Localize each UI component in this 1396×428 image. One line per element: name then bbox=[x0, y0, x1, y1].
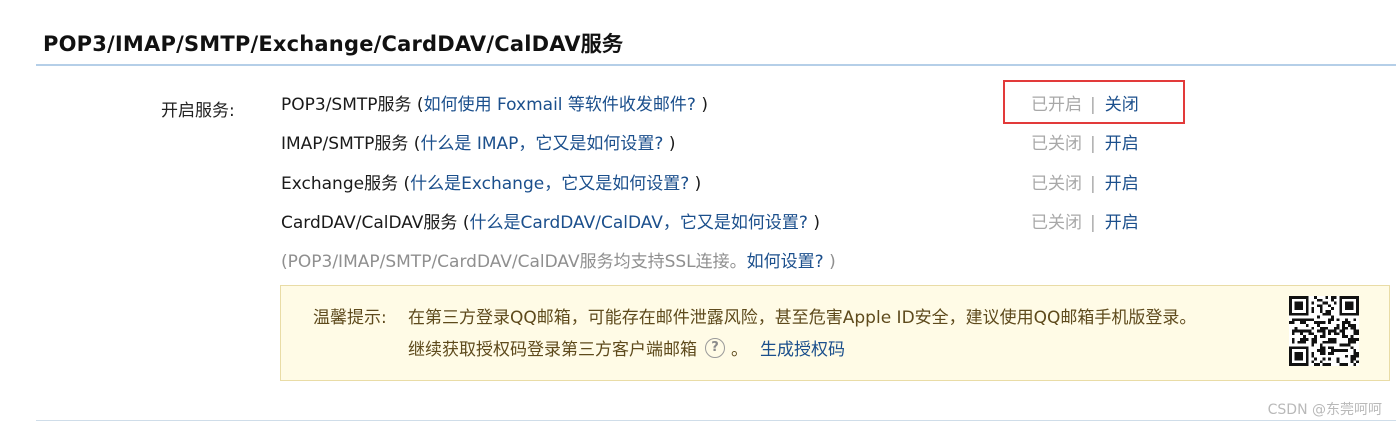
tip-box: 温馨提示: 在第三方登录QQ邮箱，可能存在邮件泄露风险，甚至危害Apple ID… bbox=[280, 285, 1390, 381]
paren-open: ( bbox=[398, 174, 411, 194]
tip-label: 温馨提示: bbox=[313, 308, 387, 328]
paren-close: ) bbox=[807, 213, 820, 233]
paren-close: ) bbox=[823, 252, 836, 272]
tip-warning-text: 在第三方登录QQ邮箱，可能存在邮件泄露风险，甚至危害Apple ID安全，建议使… bbox=[408, 308, 1197, 328]
separator: | bbox=[1090, 213, 1096, 233]
generate-auth-code-link[interactable]: 生成授权码 bbox=[760, 335, 845, 360]
help-icon[interactable]: ? bbox=[705, 337, 725, 358]
separator: | bbox=[1090, 134, 1096, 154]
status-imap: 已关闭 | 开启 bbox=[1031, 131, 1139, 157]
service-name: POP3/SMTP服务 bbox=[281, 95, 412, 115]
enable-carddav-button[interactable]: 开启 bbox=[1105, 213, 1139, 233]
status-exchange: 已关闭 | 开启 bbox=[1031, 171, 1139, 197]
imap-help-link[interactable]: 什么是 IMAP，它又是如何设置? bbox=[420, 134, 663, 154]
status-carddav: 已关闭 | 开启 bbox=[1031, 210, 1139, 236]
carddav-help-link[interactable]: 什么是CardDAV/CalDAV，它又是如何设置? bbox=[469, 213, 807, 233]
tip-auth-text: 继续获取授权码登录第三方客户端邮箱 bbox=[408, 340, 697, 360]
paren-open: ( bbox=[408, 134, 421, 154]
title-divider bbox=[36, 64, 1396, 66]
enable-service-label: 开启服务: bbox=[161, 101, 235, 121]
paren-close: ) bbox=[663, 134, 676, 154]
watermark: CSDN @东莞呵呵 bbox=[1267, 402, 1382, 418]
service-row-pop3: POP3/SMTP服务 (如何使用 Foxmail 等软件收发邮件? ) bbox=[281, 92, 708, 118]
service-state: 已关闭 bbox=[1031, 134, 1082, 154]
ssl-note-text: (POP3/IMAP/SMTP/CardDAV/CalDAV服务均支持SSL连接… bbox=[281, 252, 747, 272]
bottom-divider bbox=[36, 420, 1396, 421]
service-row-carddav: CardDAV/CalDAV服务 (什么是CardDAV/CalDAV，它又是如… bbox=[281, 210, 820, 236]
service-row-imap: IMAP/SMTP服务 (什么是 IMAP，它又是如何设置? ) bbox=[281, 131, 675, 157]
foxmail-help-link[interactable]: 如何使用 Foxmail 等软件收发邮件? bbox=[424, 95, 696, 115]
service-state: 已关闭 bbox=[1031, 174, 1082, 194]
service-name: Exchange服务 bbox=[281, 174, 399, 194]
period: 。 bbox=[731, 340, 748, 360]
paren-open: ( bbox=[457, 213, 470, 233]
section-title: POP3/IMAP/SMTP/Exchange/CardDAV/CalDAV服务 bbox=[43, 32, 624, 56]
service-name: IMAP/SMTP服务 bbox=[281, 134, 409, 154]
tip-line2: 继续获取授权码登录第三方客户端邮箱 ? 。 生成授权码 bbox=[408, 335, 845, 360]
ssl-note: (POP3/IMAP/SMTP/CardDAV/CalDAV服务均支持SSL连接… bbox=[281, 249, 836, 275]
service-name: CardDAV/CalDAV服务 bbox=[281, 213, 458, 233]
separator: | bbox=[1090, 174, 1096, 194]
paren-open: ( bbox=[411, 95, 424, 115]
enable-exchange-button[interactable]: 开启 bbox=[1105, 174, 1139, 194]
exchange-help-link[interactable]: 什么是Exchange，它又是如何设置? bbox=[410, 174, 689, 194]
paren-close: ) bbox=[689, 174, 702, 194]
service-row-exchange: Exchange服务 (什么是Exchange，它又是如何设置? ) bbox=[281, 171, 701, 197]
enable-imap-button[interactable]: 开启 bbox=[1105, 134, 1139, 154]
ssl-setup-link[interactable]: 如何设置? bbox=[747, 252, 824, 272]
qr-code-icon bbox=[1289, 296, 1359, 366]
highlight-box bbox=[1003, 80, 1185, 124]
service-state: 已关闭 bbox=[1031, 213, 1082, 233]
paren-close: ) bbox=[695, 95, 708, 115]
